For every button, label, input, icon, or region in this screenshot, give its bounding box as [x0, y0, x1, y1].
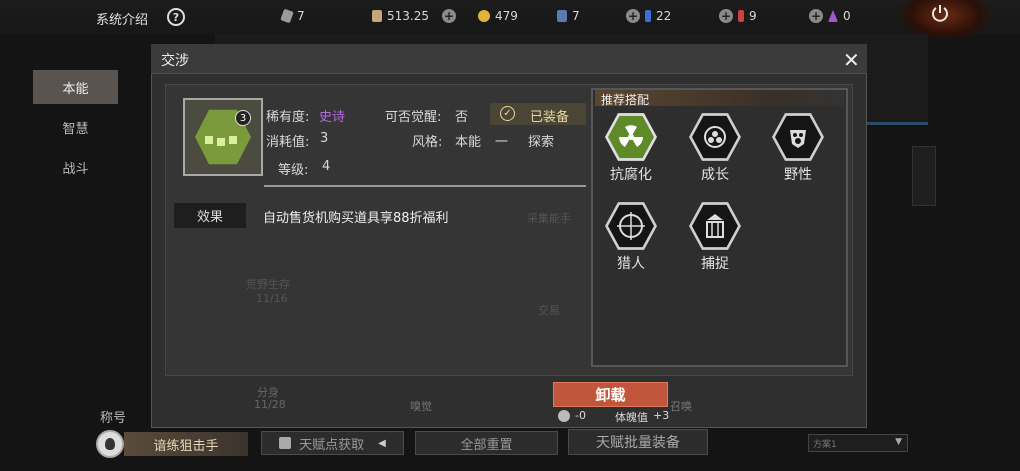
rarity-label: 稀有度: — [266, 110, 310, 125]
style-separator: 一 — [495, 135, 509, 150]
resource-red-potion: + 9 — [719, 9, 757, 23]
plan-select-value: 方案1 — [813, 439, 837, 450]
stamina-label: 体魄值 — [615, 411, 648, 424]
add-purple-crystal-button[interactable]: + — [809, 9, 823, 23]
recommend-title: 推荐搭配 — [601, 93, 650, 107]
cost-value: 3 — [320, 131, 329, 146]
bg-item-clone-count: 11/28 — [254, 398, 286, 411]
gem-value: 7 — [297, 9, 305, 23]
help-icon[interactable]: ? — [167, 8, 185, 26]
modal-title: 交涉 — [161, 53, 189, 69]
title-label: 称号 — [100, 411, 127, 426]
reset-all-button[interactable]: 全部重置 — [415, 431, 558, 455]
add-cash-button[interactable]: + — [442, 9, 456, 23]
card-value: 7 — [572, 9, 580, 23]
stamina-change: +3 — [653, 409, 670, 422]
close-icon[interactable]: ✕ — [843, 48, 860, 72]
batch-equip-button[interactable]: 天赋批量装备 — [568, 429, 708, 455]
recommend-label-hunter: 猎人 — [617, 256, 645, 272]
equipped-label: 已装备 — [530, 110, 570, 125]
radiation-icon — [608, 115, 654, 159]
recommend-label-capture: 捕捉 — [701, 256, 729, 272]
divider — [264, 185, 586, 187]
talent-icon-frame: 3 — [183, 98, 263, 176]
blue-potion-icon — [645, 10, 651, 22]
title-value: 谙练狙击手 — [153, 438, 219, 454]
growth-icon — [692, 115, 738, 159]
awaken-label: 可否觉醒: — [385, 110, 442, 125]
nav-item-combat[interactable]: 战斗 — [33, 150, 118, 184]
talent-source-button[interactable]: 天赋点获取 ◀ — [261, 431, 404, 455]
cost-label: 消耗值: — [266, 135, 310, 150]
talent-point-icon — [558, 410, 570, 422]
resource-gem: 7 — [280, 8, 305, 24]
nav-item-instinct[interactable]: 本能 — [33, 70, 118, 104]
resource-blue-potion: + 22 — [626, 9, 671, 23]
bg-item-trade: 交易 — [538, 304, 560, 317]
resource-card: 7 — [557, 9, 580, 23]
resource-coin: 479 — [478, 9, 518, 23]
talent-level-badge: 3 — [235, 110, 251, 126]
check-icon: ✓ — [500, 106, 515, 121]
system-intro-label[interactable]: 系统介绍 — [96, 9, 148, 28]
purple-crystal-icon — [828, 10, 838, 22]
triangle-left-icon: ◀ — [378, 437, 386, 449]
awaken-value: 否 — [455, 110, 469, 125]
talent-point-icon — [279, 437, 292, 449]
blue-potion-value: 22 — [656, 9, 672, 23]
avatar[interactable] — [96, 430, 124, 458]
cash-value: 513.25 — [387, 9, 429, 23]
nav-item-wisdom[interactable]: 智慧 — [33, 110, 118, 144]
coin-value: 479 — [495, 9, 518, 23]
unload-button[interactable]: 卸载 — [553, 382, 668, 407]
resource-purple-crystal: + 0 — [809, 9, 851, 23]
rarity-value: 史诗 — [319, 110, 346, 125]
paw-icon — [775, 115, 821, 159]
cash-icon — [372, 10, 382, 22]
style-label: 风格: — [412, 135, 443, 150]
style-value-explore: 探索 — [528, 135, 555, 150]
bg-item-gather: 采集能手 — [527, 212, 571, 225]
bg-item-count: 11/16 — [256, 292, 288, 305]
card-icon — [557, 10, 567, 22]
background-side-tab — [912, 146, 936, 206]
coin-icon — [478, 10, 490, 22]
plan-select[interactable]: 方案1 ▼ — [808, 434, 908, 452]
effect-tag: 效果 — [174, 203, 246, 228]
equipped-status: ✓ 已装备 — [490, 103, 586, 125]
crosshair-icon — [608, 204, 654, 248]
purple-crystal-value: 0 — [843, 9, 851, 23]
add-blue-potion-button[interactable]: + — [626, 9, 640, 23]
recommend-label-anticorrosion: 抗腐化 — [610, 167, 652, 183]
bg-item-summon: 召唤 — [670, 400, 692, 413]
red-potion-icon — [738, 10, 744, 22]
level-label: 等级: — [278, 163, 309, 178]
effect-text: 自动售货机购买道具享88折福利 — [263, 211, 449, 226]
recommend-header: 推荐搭配 — [595, 90, 844, 107]
cost-change: -0 — [575, 409, 586, 422]
reset-all-label: 全部重置 — [460, 437, 513, 453]
bg-item-smell: 嗅觉 — [410, 400, 432, 413]
gem-icon — [280, 8, 294, 24]
talent-source-label: 天赋点获取 — [299, 437, 365, 453]
title-badge[interactable]: 谙练狙击手 — [124, 432, 248, 456]
red-potion-value: 9 — [749, 9, 757, 23]
recommend-label-growth: 成长 — [701, 167, 729, 183]
level-value: 4 — [322, 159, 331, 174]
chevron-down-icon: ▼ — [895, 437, 902, 447]
power-icon[interactable] — [930, 3, 950, 23]
add-red-potion-button[interactable]: + — [719, 9, 733, 23]
resource-cash: 513.25 + — [372, 9, 456, 23]
style-value-instinct: 本能 — [455, 135, 482, 150]
cage-icon — [692, 204, 738, 248]
recommend-label-wild: 野性 — [784, 167, 812, 183]
effect-label: 效果 — [196, 210, 223, 225]
unload-label: 卸载 — [595, 386, 626, 404]
batch-equip-label: 天赋批量装备 — [596, 435, 680, 451]
top-bar: 系统介绍 ? 7 513.25 + 479 7 + 22 + 9 + 0 — [0, 0, 1020, 40]
bg-item-wilderness: 荒野生存 — [246, 278, 290, 291]
modal-header: 交涉 — [151, 44, 867, 74]
